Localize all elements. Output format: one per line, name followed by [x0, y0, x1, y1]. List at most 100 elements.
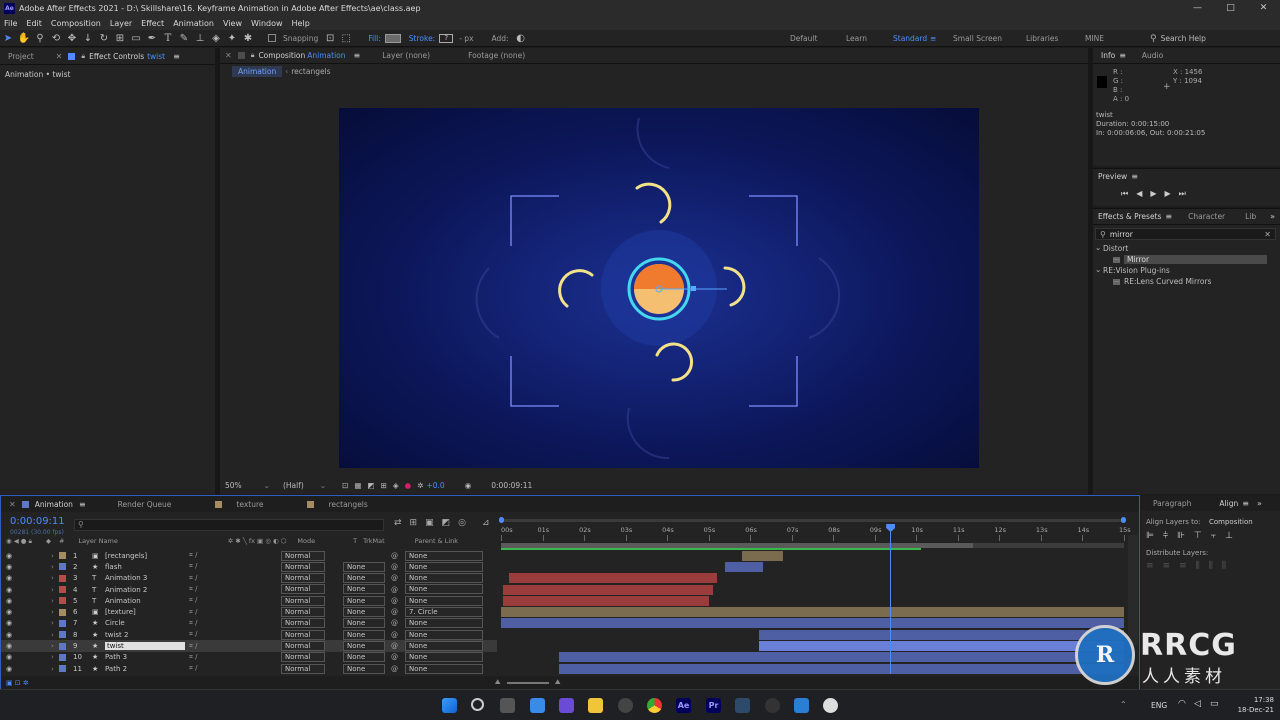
- tab-info[interactable]: Info: [1093, 51, 1119, 60]
- parent-dropdown[interactable]: None: [405, 584, 483, 595]
- layer-row[interactable]: ◉ › 2 ★ flash ⌗ ∕ Normal None @ None: [1, 561, 497, 572]
- breadcrumb-rectangels[interactable]: rectangels: [291, 67, 330, 76]
- close-tab-icon[interactable]: ✕: [56, 52, 63, 61]
- chrome-icon[interactable]: [647, 698, 662, 713]
- expand-arrow-icon[interactable]: ›: [51, 563, 54, 571]
- blend-mode-dropdown[interactable]: Normal: [281, 607, 325, 617]
- tab-lib[interactable]: Lib: [1237, 212, 1264, 221]
- more-tabs-icon[interactable]: »: [1270, 212, 1275, 221]
- parent-dropdown[interactable]: None: [405, 652, 483, 663]
- layer-duration-bar[interactable]: [741, 550, 784, 561]
- audio-app-icon[interactable]: [765, 698, 780, 713]
- rectangle-tool-icon[interactable]: ▭: [128, 31, 144, 46]
- layer-name[interactable]: Circle: [105, 619, 185, 627]
- parent-dropdown[interactable]: None: [405, 550, 483, 561]
- exposure-icon[interactable]: ✲: [417, 481, 423, 490]
- tab-project[interactable]: Project: [0, 52, 42, 61]
- wifi-icon[interactable]: ◠: [1178, 699, 1186, 709]
- blend-mode-dropdown[interactable]: Normal: [281, 573, 325, 584]
- layer-switches-icon[interactable]: ⌗ ∕: [189, 551, 198, 560]
- layer-duration-bar[interactable]: [503, 584, 713, 595]
- align-left-icon[interactable]: ⊫: [1146, 531, 1154, 541]
- guides-icon[interactable]: ⊞: [381, 481, 387, 490]
- info-menu-icon[interactable]: ≡: [1119, 51, 1126, 60]
- workspace-menu-icon[interactable]: ≡: [930, 34, 936, 43]
- workspace-learn[interactable]: Learn: [846, 34, 867, 43]
- align-more-icon[interactable]: »: [1257, 499, 1262, 508]
- tree-effect-mirror[interactable]: Mirror: [1124, 255, 1267, 264]
- layer-switches-icon[interactable]: ⌗ ∕: [189, 653, 198, 662]
- chat-icon[interactable]: [559, 698, 574, 713]
- layer-duration-bar[interactable]: [503, 595, 709, 606]
- timeline-tab-rectangels[interactable]: rectangels: [320, 500, 375, 509]
- layer-name[interactable]: Animation 2: [105, 586, 185, 594]
- layer-row[interactable]: ◉ › 11 ★ Path 2 ⌗ ∕ Normal None @ None: [1, 663, 497, 674]
- layer-row[interactable]: ◉ › 5 T Animation ⌗ ∕ Normal None @ None: [1, 595, 497, 606]
- blend-mode-dropdown[interactable]: Normal: [281, 629, 325, 640]
- distribute-vcenter-icon[interactable]: ≡: [1163, 561, 1171, 571]
- work-area-navigator[interactable]: [501, 519, 1125, 522]
- layer-row[interactable]: ◉ › 1 ▣ [rectangels] ⌗ ∕ Normal @ None: [1, 550, 497, 561]
- prev-frame-icon[interactable]: ◀︎: [1136, 189, 1142, 199]
- brush-tool-icon[interactable]: ✎: [176, 31, 192, 46]
- tab-paragraph[interactable]: Paragraph: [1141, 499, 1199, 508]
- timeline-search-field[interactable]: ⚲: [74, 519, 384, 531]
- widgets-icon[interactable]: [530, 698, 545, 713]
- expand-arrow-icon[interactable]: ›: [51, 574, 54, 582]
- stroke-label[interactable]: Stroke:: [409, 34, 435, 43]
- vscode-icon[interactable]: [794, 698, 809, 713]
- effects-search-field[interactable]: ⚲ mirror ✕: [1095, 228, 1276, 240]
- last-frame-icon[interactable]: ⏭: [1179, 189, 1186, 199]
- parent-dropdown[interactable]: 7. Circle: [405, 607, 483, 617]
- align-menu-icon[interactable]: ≡: [1242, 499, 1249, 508]
- visibility-eye-icon[interactable]: ◉: [6, 665, 12, 673]
- snap-options-icon[interactable]: ⊡: [322, 31, 338, 46]
- after-effects-taskbar-icon[interactable]: Ae: [676, 698, 691, 713]
- stroke-swatch[interactable]: ?: [439, 33, 454, 43]
- current-time-indicator[interactable]: [886, 524, 896, 674]
- trkmat-dropdown[interactable]: None: [343, 561, 385, 572]
- pick-whip-icon[interactable]: @: [391, 631, 398, 639]
- add-property-icon[interactable]: ◐: [513, 31, 529, 46]
- pen-tool-icon[interactable]: ✒: [144, 31, 160, 46]
- visibility-eye-icon[interactable]: ◉: [6, 563, 12, 571]
- region-of-interest-icon[interactable]: ⊡: [342, 481, 348, 490]
- fill-swatch[interactable]: [384, 33, 401, 43]
- distribute-top-icon[interactable]: ≡: [1146, 561, 1154, 571]
- blend-mode-dropdown[interactable]: Normal: [281, 640, 325, 651]
- premiere-taskbar-icon[interactable]: Pr: [706, 698, 721, 713]
- layer-name[interactable]: Path 2: [105, 665, 185, 673]
- navigator-end-handle[interactable]: [1121, 517, 1126, 523]
- tab-composition[interactable]: Composition: [254, 51, 307, 60]
- menu-view[interactable]: View: [223, 19, 242, 28]
- layer-switches-icon[interactable]: ⌗ ∕: [189, 608, 198, 617]
- tree-folder-revision[interactable]: RE:Vision Plug-ins: [1103, 266, 1170, 275]
- layer-name[interactable]: Animation: [105, 597, 185, 605]
- motion-blur-icon[interactable]: ◎: [458, 518, 466, 528]
- pick-whip-icon[interactable]: @: [391, 665, 398, 673]
- blend-mode-dropdown[interactable]: Normal: [281, 652, 325, 663]
- timeline-tab-animation[interactable]: Animation: [35, 500, 79, 509]
- align-top-icon[interactable]: ⊤: [1194, 531, 1202, 541]
- toggle-switches-icon[interactable]: ▣ ⊡ ✲: [6, 679, 29, 687]
- eraser-tool-icon[interactable]: ◈: [208, 31, 224, 46]
- trkmat-dropdown[interactable]: None: [343, 629, 385, 640]
- layer-bars-area[interactable]: [497, 550, 1129, 675]
- frame-blending-icon[interactable]: ◩: [442, 518, 451, 528]
- effects-menu-icon[interactable]: ≡: [1165, 212, 1172, 221]
- pick-whip-icon[interactable]: @: [391, 608, 398, 616]
- trkmat-dropdown[interactable]: None: [343, 663, 385, 674]
- layer-duration-bar[interactable]: [501, 618, 1124, 629]
- selection-tool-icon[interactable]: ➤: [0, 31, 16, 46]
- close-window-button[interactable]: ✕: [1247, 0, 1280, 16]
- dolly-camera-icon[interactable]: ↓: [80, 31, 96, 46]
- distribute-right-icon[interactable]: ⫼: [1222, 561, 1226, 571]
- layer-label-color[interactable]: [59, 574, 66, 582]
- clone-stamp-tool-icon[interactable]: ⊥: [192, 31, 208, 46]
- trkmat-dropdown[interactable]: None: [343, 652, 385, 663]
- resolution-dropdown[interactable]: (Half): [283, 481, 304, 490]
- menu-file[interactable]: File: [4, 19, 17, 28]
- layer-switches-icon[interactable]: ⌗ ∕: [189, 619, 198, 628]
- expand-arrow-icon[interactable]: ›: [51, 653, 54, 661]
- layer-name[interactable]: [texture]: [105, 608, 185, 616]
